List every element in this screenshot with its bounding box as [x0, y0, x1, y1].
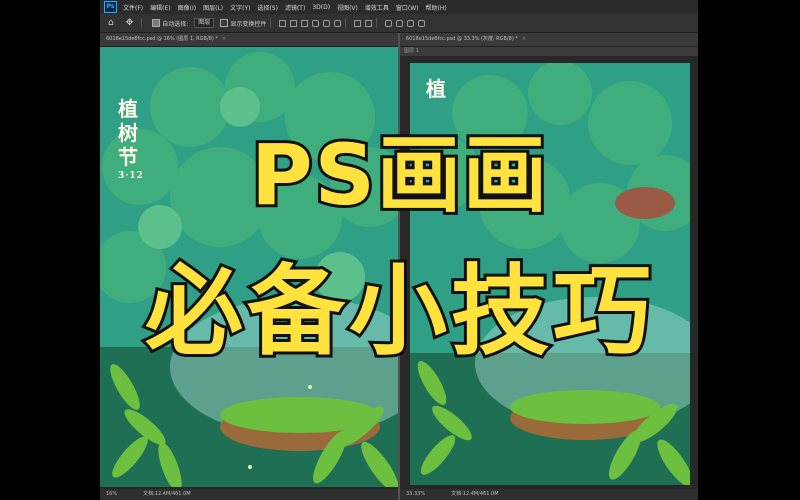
home-icon[interactable]: ⌂	[108, 18, 114, 28]
menu-type[interactable]: 文字(Y)	[230, 3, 250, 12]
menu-plugins[interactable]: 增效工具	[365, 3, 389, 12]
align-top-icon[interactable]	[312, 19, 320, 27]
3d-scale-icon[interactable]	[418, 19, 426, 27]
options-bar: ⌂ ✥ 自动选择: 图层 显示变换控件	[100, 14, 698, 33]
separator	[376, 18, 378, 28]
3d-mode-icon[interactable]	[385, 19, 393, 27]
menu-3d[interactable]: 3D(D)	[312, 4, 330, 11]
artwork-title: 植	[426, 77, 446, 101]
separator	[345, 18, 347, 28]
document-size[interactable]: 文档:12.4M/461.0M	[143, 489, 190, 500]
photoshop-logo-icon: Ps	[104, 1, 117, 13]
distribute-icon[interactable]	[354, 19, 362, 27]
document-tab-title: 6018e15de6fcc.psd @ 33.3% (灰度, RGB/8) *	[406, 36, 518, 42]
menu-bar: Ps 文件(F) 编辑(E) 图像(I) 图层(L) 文字(Y) 选择(S) 滤…	[100, 0, 698, 14]
align-left-icon[interactable]	[279, 19, 287, 27]
3d-pan-icon[interactable]	[407, 19, 415, 27]
more-options-icon[interactable]	[365, 19, 373, 27]
menu-select[interactable]: 选择(S)	[257, 3, 278, 12]
zoom-level[interactable]: 33.33%	[406, 489, 425, 500]
status-bar: 16% 文档:12.4M/461.0M	[100, 489, 398, 500]
separator	[270, 18, 272, 28]
align-bottom-icon[interactable]	[334, 19, 342, 27]
menu-edit[interactable]: 编辑(E)	[150, 3, 170, 12]
document-tab[interactable]: 6018e15de6fcc.psd @ 33.3% (灰度, RGB/8) * ×	[400, 33, 698, 47]
show-transform-checkbox[interactable]	[220, 19, 229, 27]
menu-image[interactable]: 图像(I)	[178, 3, 196, 12]
status-bar: 33.33% 文档:12.4M/461.0M	[400, 489, 698, 500]
menu-filter[interactable]: 滤镜(T)	[285, 3, 305, 12]
separator	[141, 18, 143, 28]
artwork-title-char: 植	[426, 77, 446, 101]
menu-view[interactable]: 视图(V)	[337, 3, 358, 12]
auto-select-label: 自动选择:	[162, 20, 189, 28]
document-tab-title: 6018e15de6fcc.psd @ 16% (图层 1, RGB/8) *	[106, 36, 218, 42]
overlay-headline-line2: 必备小技巧	[142, 252, 655, 372]
menu-layer[interactable]: 图层(L)	[203, 3, 223, 12]
move-tool-icon[interactable]: ✥	[126, 18, 134, 28]
overlay-headline-line1: PS画画	[248, 123, 550, 227]
align-middle-icon[interactable]	[323, 19, 331, 27]
show-transform-label: 显示变换控件	[230, 20, 267, 28]
auto-select-dropdown[interactable]: 图层	[194, 18, 215, 28]
close-icon[interactable]: ×	[522, 36, 526, 42]
align-center-icon[interactable]	[290, 19, 298, 27]
3d-rotate-icon[interactable]	[396, 19, 404, 27]
document-tab[interactable]: 6018e15de6fcc.psd @ 16% (图层 1, RGB/8) * ×	[100, 33, 398, 47]
close-icon[interactable]: ×	[222, 36, 226, 42]
menu-help[interactable]: 帮助(H)	[426, 3, 447, 12]
align-right-icon[interactable]	[301, 19, 309, 27]
document-size[interactable]: 文档:12.4M/461.0M	[451, 489, 498, 500]
menu-window[interactable]: 窗口(W)	[396, 3, 419, 12]
zoom-level[interactable]: 16%	[106, 489, 117, 500]
ruler: 图层 1	[400, 47, 698, 56]
menu-file[interactable]: 文件(F)	[123, 3, 143, 12]
auto-select-checkbox[interactable]	[152, 19, 161, 27]
